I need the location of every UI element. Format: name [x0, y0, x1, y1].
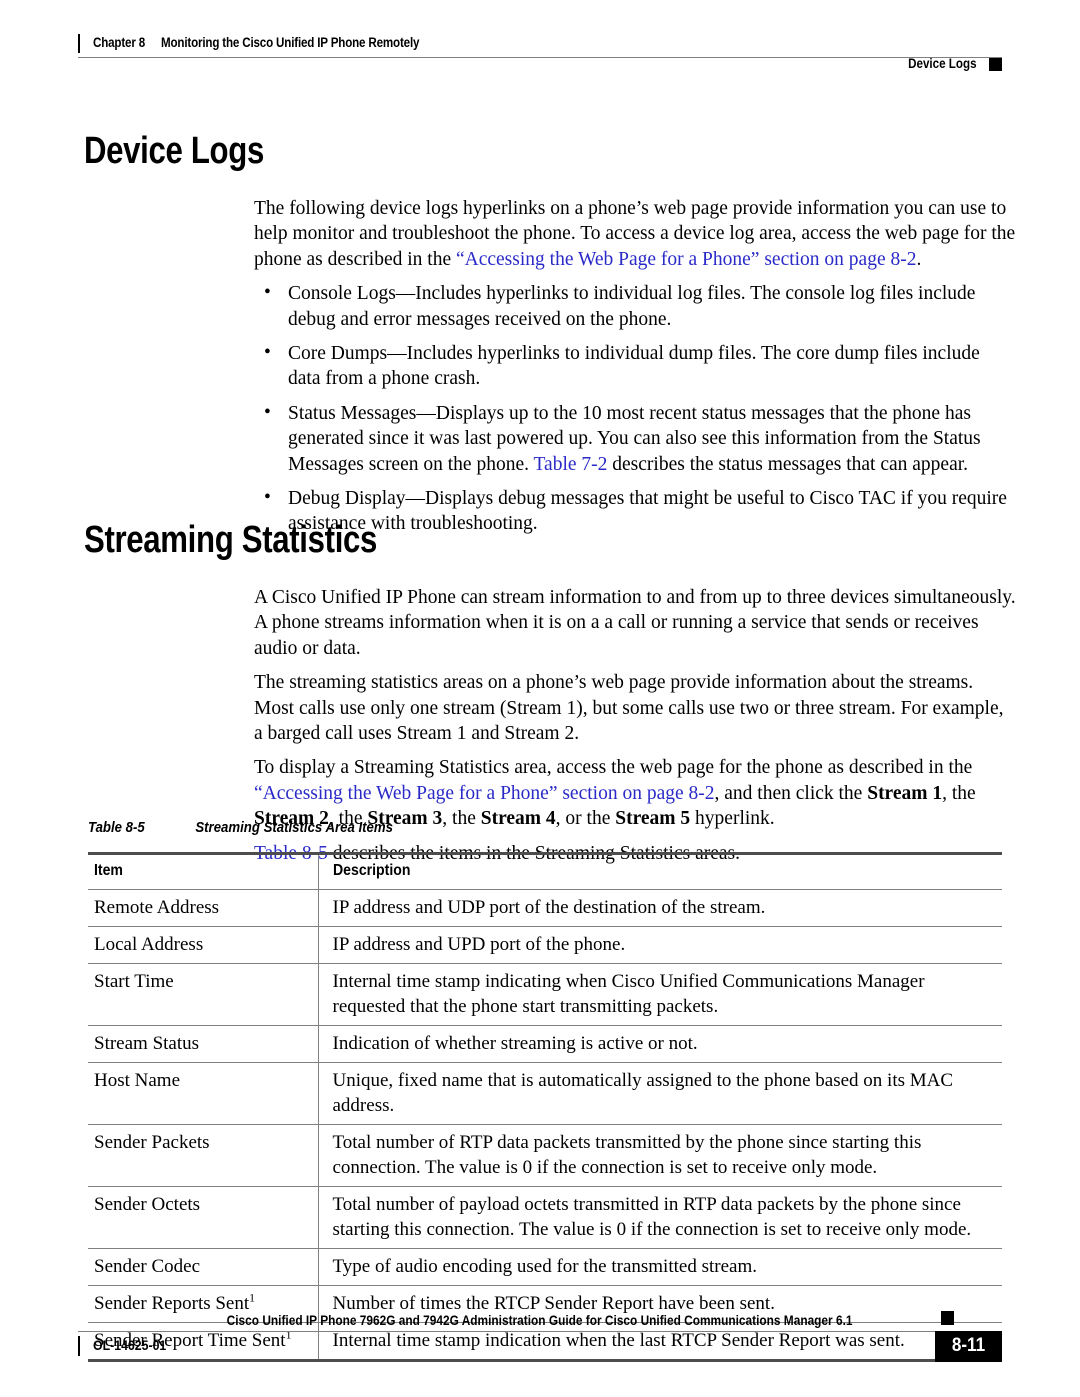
para3-text-a: To display a Streaming Statistics area, …	[254, 757, 973, 779]
column-header-item: Item	[88, 852, 318, 890]
label-stream-1: Stream 1	[867, 782, 943, 804]
header-chapter-row: Chapter 8 Monitoring the Cisco Unified I…	[78, 34, 1002, 56]
bullet-glyph-icon: •	[264, 342, 271, 364]
header-rule	[78, 57, 1002, 58]
document-page: Chapter 8 Monitoring the Cisco Unified I…	[0, 0, 1080, 1397]
link-accessing-web-page-1[interactable]: “Accessing the Web Page for a Phone” sec…	[456, 249, 917, 270]
list-item-text-after: describes the status messages that can a…	[607, 453, 969, 475]
list-item-text: Debug Display—Displays debug messages th…	[288, 488, 1007, 535]
header-tick-mark	[78, 34, 80, 53]
table-row: Start Time Internal time stamp indicatin…	[88, 963, 1002, 1026]
cell-description: Internal time stamp indicating when Cisc…	[317, 963, 1002, 1026]
para3-text-b: , and then click the	[714, 782, 868, 804]
list-item-text: Core Dumps—Includes hyperlinks to indivi…	[288, 343, 980, 390]
list-item: • Console Logs—Includes hyperlinks to in…	[254, 281, 1016, 332]
header-square-marker-icon	[989, 57, 1002, 71]
cell-item: Sender Codec	[88, 1248, 318, 1286]
table-row: Stream Status Indication of whether stre…	[88, 1025, 1002, 1063]
table-row: Remote Address IP address and UDP port o…	[88, 889, 1002, 927]
heading-device-logs: Device Logs	[84, 130, 264, 172]
cell-description: Type of audio encoding used for the tran…	[317, 1248, 1002, 1286]
header-chapter-title: Monitoring the Cisco Unified IP Phone Re…	[161, 35, 420, 50]
footnote-marker: 1	[249, 1291, 256, 1305]
cell-description: Unique, fixed name that is automatically…	[317, 1062, 1002, 1125]
column-header-description: Description	[317, 852, 1002, 890]
cell-description: Total number of RTP data packets transmi…	[317, 1124, 1002, 1187]
cell-item: Start Time	[88, 963, 318, 1026]
table-8-5-wrapper: Table 8-5 Streaming Statistics Area Item…	[88, 818, 1002, 1362]
footer-guide-title: Cisco Unified IP Phone 7962G and 7942G A…	[227, 1313, 853, 1328]
cell-item: Local Address	[88, 926, 318, 964]
table-header: Item Description	[88, 852, 1002, 890]
footer-left: OL-14625-01	[78, 1336, 176, 1356]
streaming-paragraph-1: A Cisco Unified IP Phone can stream info…	[254, 587, 1016, 659]
heading-streaming-statistics: Streaming Statistics	[84, 519, 378, 561]
footer-document-id: OL-14625-01	[93, 1337, 167, 1353]
footer-square-marker-icon	[941, 1311, 954, 1325]
table-caption: Table 8-5 Streaming Statistics Area Item…	[88, 818, 892, 837]
table-caption-title: Streaming Statistics Area Items	[195, 819, 393, 836]
table-row: Host Name Unique, fixed name that is aut…	[88, 1062, 1002, 1125]
list-item: • Status Messages—Displays up to the 10 …	[254, 401, 1016, 477]
link-accessing-web-page-2[interactable]: “Accessing the Web Page for a Phone” sec…	[254, 783, 715, 804]
page-number-badge: 8-11	[935, 1331, 1002, 1362]
bullet-glyph-icon: •	[264, 282, 271, 304]
streaming-statistics-table: Item Description Remote Address IP addre…	[88, 852, 1002, 1362]
device-logs-body: The following device logs hyperlinks on …	[254, 196, 1016, 546]
table-header-row: Item Description	[88, 852, 1002, 890]
table-row: Local Address IP address and UPD port of…	[88, 926, 1002, 964]
para3-text-c: , the	[942, 782, 976, 804]
table-body: Remote Address IP address and UDP port o…	[88, 889, 1002, 1362]
list-item: • Core Dumps—Includes hyperlinks to indi…	[254, 341, 1016, 392]
table-row: Sender Octets Total number of payload oc…	[88, 1186, 1002, 1249]
header-chapter-label: Chapter 8	[93, 35, 146, 50]
bullet-glyph-icon: •	[264, 401, 271, 423]
cell-item: Sender Packets	[88, 1124, 318, 1187]
cell-description: Total number of payload octets transmitt…	[317, 1186, 1002, 1249]
device-logs-intro-paragraph: The following device logs hyperlinks on …	[254, 196, 1016, 272]
device-logs-bullet-list: • Console Logs—Includes hyperlinks to in…	[254, 281, 1016, 537]
list-item-text: Console Logs—Includes hyperlinks to indi…	[288, 283, 976, 330]
bullet-glyph-icon: •	[264, 487, 271, 509]
header-section-marker: Device Logs	[897, 56, 1002, 72]
streaming-paragraph-2: The streaming statistics areas on a phon…	[254, 672, 1004, 745]
table-row: Sender Codec Type of audio encoding used…	[88, 1248, 1002, 1286]
intro-text-after: .	[916, 248, 922, 270]
cell-item: Stream Status	[88, 1025, 318, 1063]
cell-item: Sender Octets	[88, 1186, 318, 1249]
footer-rule	[78, 1331, 958, 1332]
footer-tick-mark	[78, 1336, 80, 1356]
cell-item: Host Name	[88, 1062, 318, 1125]
header-section-label: Device Logs	[908, 56, 977, 71]
cell-description: Indication of whether streaming is activ…	[317, 1025, 1002, 1063]
cell-item: Remote Address	[88, 889, 318, 927]
link-table-7-2[interactable]: Table 7-2	[534, 454, 608, 475]
table-caption-number: Table 8-5	[88, 819, 145, 836]
table-row: Sender Packets Total number of RTP data …	[88, 1124, 1002, 1187]
page-header: Chapter 8 Monitoring the Cisco Unified I…	[78, 34, 1002, 56]
cell-description: IP address and UPD port of the phone.	[317, 926, 1002, 964]
cell-description: IP address and UDP port of the destinati…	[317, 889, 1002, 927]
